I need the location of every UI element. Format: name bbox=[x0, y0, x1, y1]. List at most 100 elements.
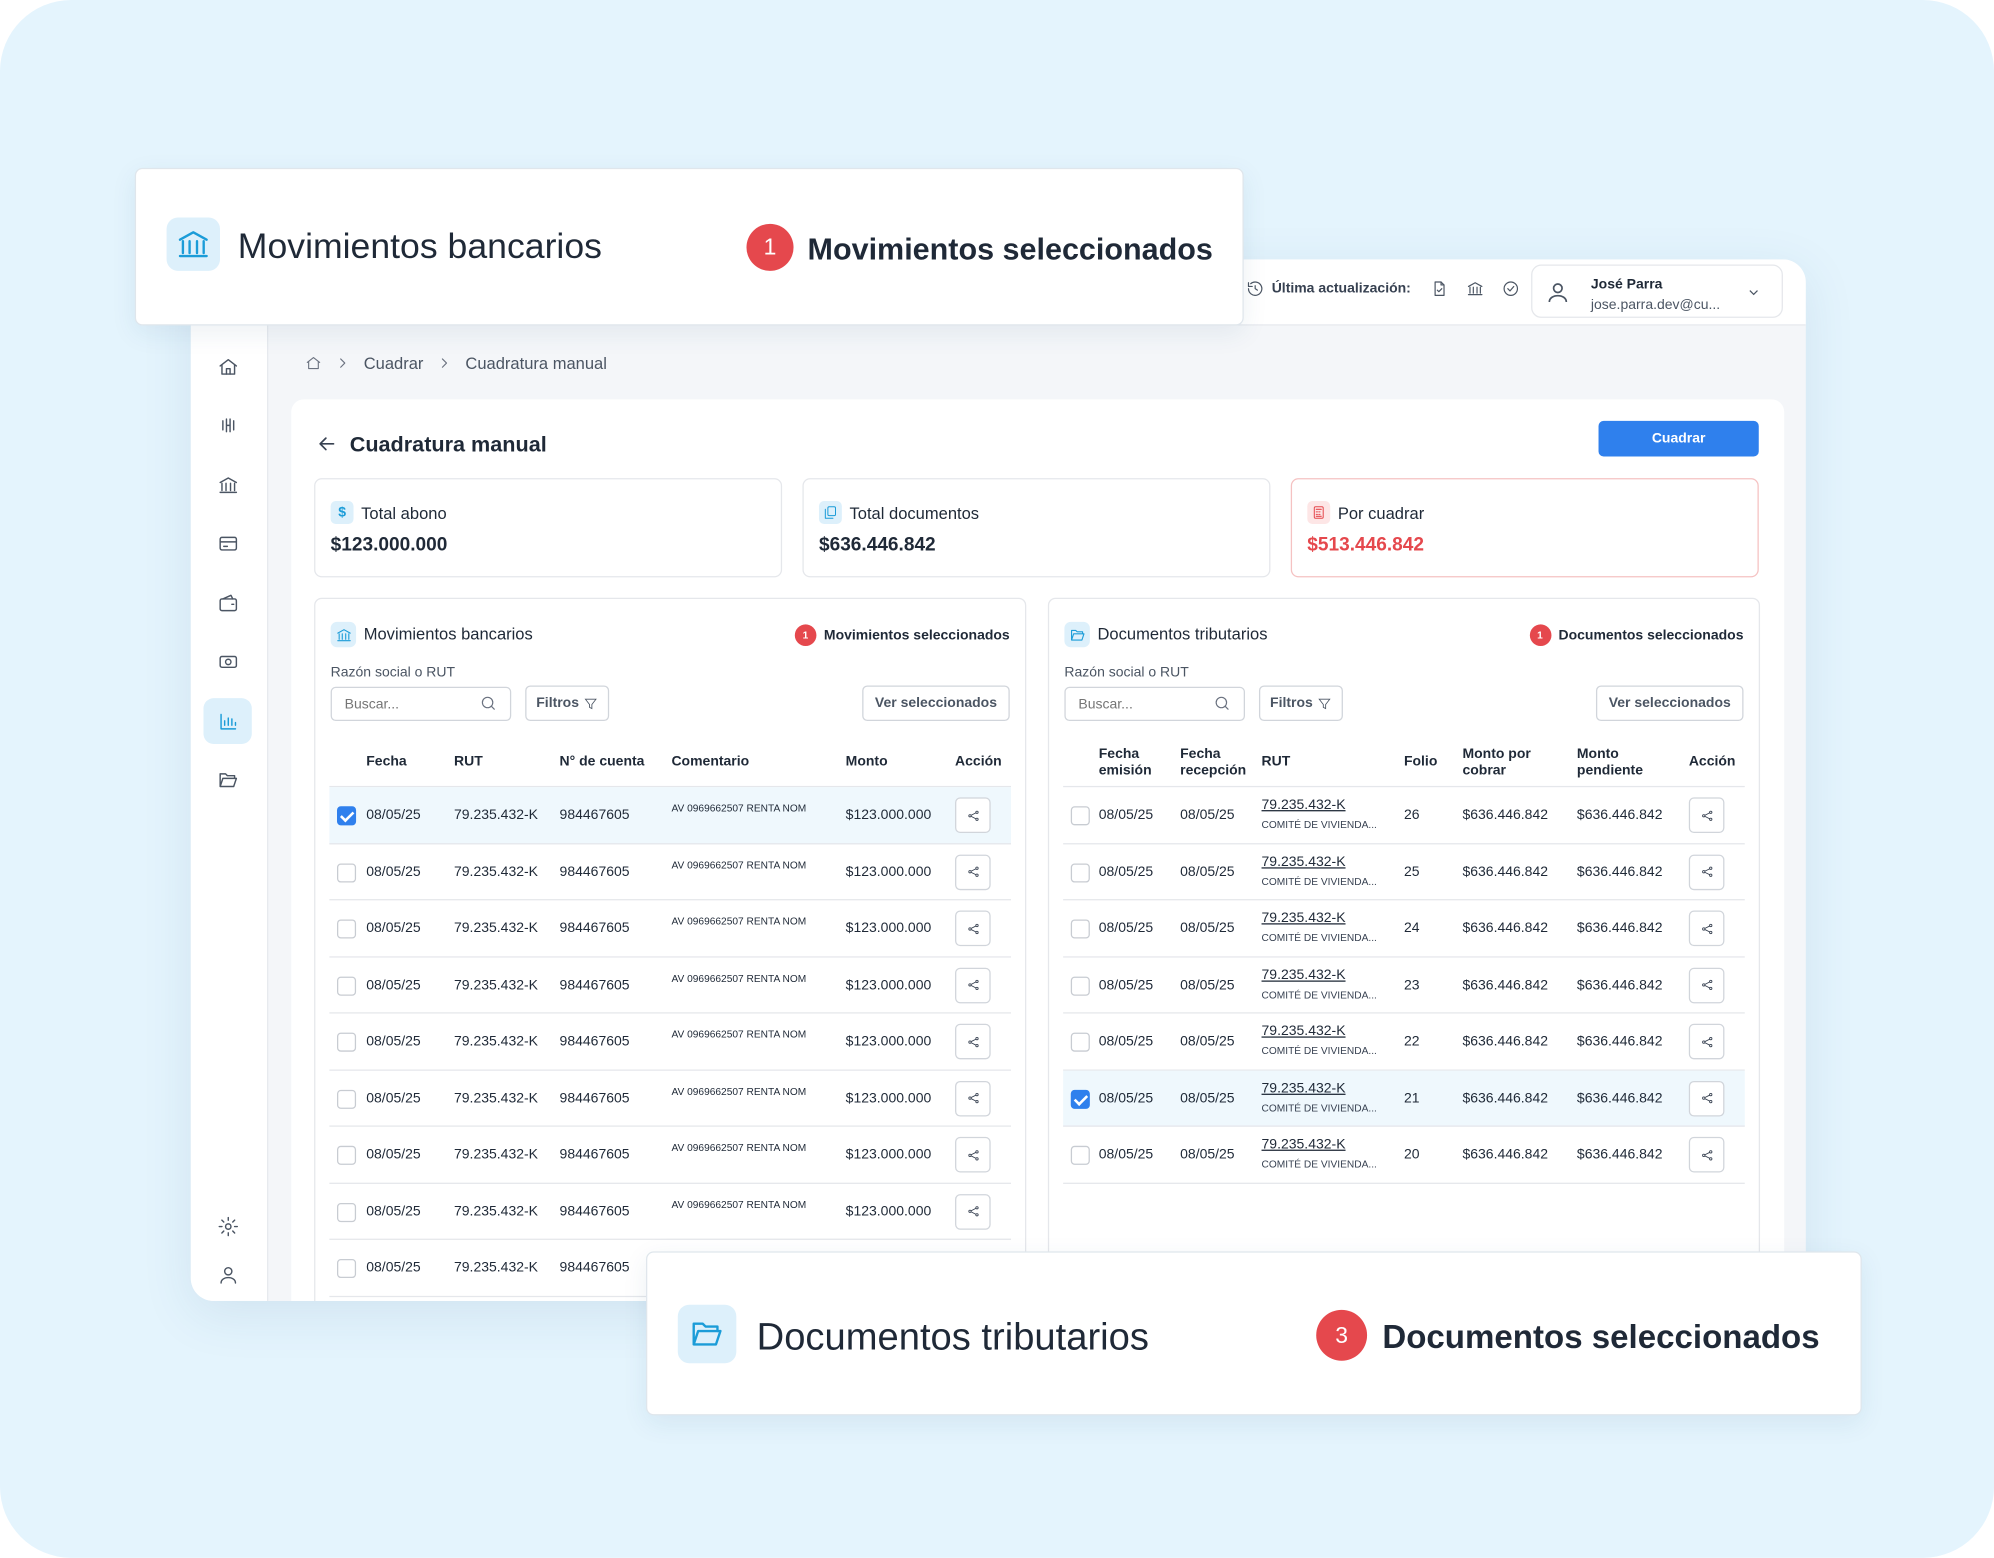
row-checkbox[interactable] bbox=[337, 806, 357, 826]
callout-count-badge: 3 bbox=[1316, 1309, 1368, 1361]
sidebar-item-bank[interactable] bbox=[203, 462, 251, 508]
row-checkbox[interactable] bbox=[1070, 862, 1090, 882]
column-header[interactable]: Fecha recepción bbox=[1180, 746, 1256, 779]
view-selected-button[interactable]: Ver seleccionados bbox=[862, 685, 1010, 722]
table-row[interactable]: 08/05/25 79.235.432-K 984467605 AV 09696625… bbox=[329, 844, 1012, 901]
back-button[interactable] bbox=[315, 432, 338, 455]
user-menu[interactable]: José Parra jose.parra.dev@cu... bbox=[1531, 264, 1783, 318]
row-checkbox[interactable] bbox=[337, 1089, 357, 1109]
folder-open-icon bbox=[677, 1304, 737, 1364]
table-row[interactable]: 08/05/25 79.235.432-K 984467605 AV 09696625… bbox=[329, 1070, 1012, 1127]
user-email: jose.parra.dev@cu... bbox=[1590, 297, 1721, 313]
row-action-button[interactable] bbox=[1688, 1023, 1725, 1060]
table-row[interactable]: 08/05/25 79.235.432-K 984467605 AV 09696625… bbox=[329, 1183, 1012, 1240]
column-header[interactable]: Monto por cobrar bbox=[1462, 746, 1538, 779]
column-header[interactable]: RUT bbox=[454, 754, 483, 771]
filters-button[interactable]: Filtros bbox=[1258, 685, 1343, 722]
sidebar-item-home[interactable] bbox=[203, 343, 251, 389]
column-header[interactable]: RUT bbox=[1262, 754, 1291, 771]
panel-title: Documentos tributarios bbox=[1097, 624, 1268, 644]
column-header[interactable]: Monto pendiente bbox=[1577, 746, 1653, 779]
sidebar-item-profile[interactable] bbox=[203, 1251, 251, 1297]
sidebar-item-reconcile[interactable] bbox=[203, 402, 251, 448]
row-action-button[interactable] bbox=[1688, 1136, 1725, 1173]
sidebar-item-cash[interactable] bbox=[203, 638, 251, 684]
column-header[interactable]: Fecha bbox=[366, 754, 406, 771]
table-row[interactable]: 08/05/25 08/05/25 79.235.432-K COMITÉ DE VI… bbox=[1063, 787, 1745, 844]
table-row[interactable]: 08/05/25 79.235.432-K 984467605 AV 09696625… bbox=[329, 1014, 1012, 1071]
bank-status-icon[interactable] bbox=[1467, 280, 1485, 298]
folder-open-icon bbox=[1064, 621, 1090, 648]
row-action-button[interactable] bbox=[955, 1023, 991, 1060]
table-row[interactable]: 08/05/25 79.235.432-K 984467605 AV 09696625… bbox=[329, 900, 1012, 957]
document-status-icon[interactable] bbox=[1431, 280, 1449, 298]
chevron-down-icon[interactable] bbox=[1746, 285, 1761, 300]
share-icon bbox=[967, 923, 978, 934]
column-header[interactable]: N° de cuenta bbox=[560, 754, 645, 771]
home-icon[interactable] bbox=[305, 355, 322, 372]
row-action-button[interactable] bbox=[955, 910, 991, 947]
check-status-icon[interactable] bbox=[1502, 280, 1520, 298]
row-checkbox[interactable] bbox=[1070, 976, 1090, 996]
cell-rut-link[interactable]: 79.235.432-K bbox=[1262, 911, 1346, 926]
table-row[interactable]: 08/05/25 79.235.432-K 984467605 AV 09696625… bbox=[329, 1127, 1012, 1184]
row-checkbox[interactable] bbox=[1070, 806, 1090, 826]
cell-fecha: 08/05/25 bbox=[366, 1090, 421, 1106]
row-action-button[interactable] bbox=[1688, 910, 1725, 947]
sidebar-item-reports[interactable] bbox=[203, 698, 252, 744]
row-checkbox[interactable] bbox=[337, 1145, 357, 1165]
row-action-button[interactable] bbox=[1688, 1080, 1725, 1116]
view-selected-button[interactable]: Ver seleccionados bbox=[1595, 685, 1744, 722]
table-row[interactable]: 08/05/25 08/05/25 79.235.432-K COMITÉ DE VI… bbox=[1063, 1070, 1745, 1127]
row-action-button[interactable] bbox=[955, 1193, 991, 1230]
row-checkbox[interactable] bbox=[337, 1258, 357, 1279]
row-checkbox[interactable] bbox=[1070, 1089, 1090, 1109]
row-checkbox[interactable] bbox=[337, 919, 357, 939]
row-action-button[interactable] bbox=[1688, 797, 1725, 833]
column-header: Acción bbox=[955, 754, 1002, 770]
cell-rut-link[interactable]: 79.235.432-K bbox=[1262, 854, 1346, 869]
column-header[interactable]: Monto bbox=[846, 754, 888, 771]
row-action-button[interactable] bbox=[955, 853, 991, 890]
cuadrar-button[interactable]: Cuadrar bbox=[1598, 420, 1759, 457]
row-action-button[interactable] bbox=[955, 967, 991, 1003]
row-action-button[interactable] bbox=[1688, 853, 1725, 890]
row-checkbox[interactable] bbox=[1070, 1145, 1090, 1165]
row-checkbox[interactable] bbox=[337, 862, 357, 882]
column-header[interactable]: Comentario bbox=[671, 754, 749, 771]
sidebar-item-wallet[interactable] bbox=[203, 580, 251, 626]
row-action-button[interactable] bbox=[955, 1080, 991, 1116]
share-icon bbox=[1701, 810, 1712, 821]
row-checkbox[interactable] bbox=[337, 976, 357, 996]
cell-rut-link[interactable]: 79.235.432-K bbox=[1262, 1080, 1346, 1095]
cell-rut-link[interactable]: 79.235.432-K bbox=[1262, 967, 1346, 982]
table-row[interactable]: 08/05/25 79.235.432-K 984467605 AV 09696625… bbox=[329, 957, 1012, 1014]
row-action-button[interactable] bbox=[1688, 967, 1725, 1003]
row-checkbox[interactable] bbox=[1070, 919, 1090, 939]
table-row[interactable]: 08/05/25 79.235.432-K 984467605 AV 09696625… bbox=[329, 787, 1012, 844]
table-row[interactable]: 08/05/25 08/05/25 79.235.432-K COMITÉ DE VI… bbox=[1063, 1014, 1745, 1071]
cell-monto: $123.000.000 bbox=[845, 920, 932, 936]
filters-button[interactable]: Filtros bbox=[525, 685, 610, 722]
cell-rut-link[interactable]: 79.235.432-K bbox=[1262, 1137, 1346, 1152]
share-icon bbox=[1701, 866, 1712, 877]
column-header[interactable]: Folio bbox=[1404, 754, 1437, 771]
row-action-button[interactable] bbox=[955, 1136, 991, 1173]
breadcrumb-cuadrar[interactable]: Cuadrar bbox=[364, 354, 424, 373]
table-row[interactable]: 08/05/25 08/05/25 79.235.432-K COMITÉ DE VI… bbox=[1063, 1127, 1745, 1184]
cell-fecha-emision: 08/05/25 bbox=[1098, 977, 1154, 993]
cell-rut-link[interactable]: 79.235.432-K bbox=[1262, 1024, 1346, 1039]
cell-rut-link[interactable]: 79.235.432-K bbox=[1262, 797, 1346, 812]
row-checkbox[interactable] bbox=[1070, 1032, 1090, 1052]
column-header[interactable]: Fecha emisión bbox=[1099, 746, 1163, 779]
bank-icon bbox=[330, 621, 357, 648]
table-row[interactable]: 08/05/25 08/05/25 79.235.432-K COMITÉ DE VI… bbox=[1063, 844, 1745, 901]
row-checkbox[interactable] bbox=[337, 1032, 357, 1052]
sidebar-item-cards[interactable] bbox=[203, 520, 251, 566]
sidebar-item-documents[interactable] bbox=[203, 757, 251, 803]
table-row[interactable]: 08/05/25 08/05/25 79.235.432-K COMITÉ DE VI… bbox=[1063, 957, 1745, 1014]
table-row[interactable]: 08/05/25 08/05/25 79.235.432-K COMITÉ DE VI… bbox=[1063, 900, 1745, 957]
sidebar-item-settings[interactable] bbox=[203, 1203, 251, 1249]
row-action-button[interactable] bbox=[955, 797, 991, 833]
row-checkbox[interactable] bbox=[337, 1202, 357, 1222]
